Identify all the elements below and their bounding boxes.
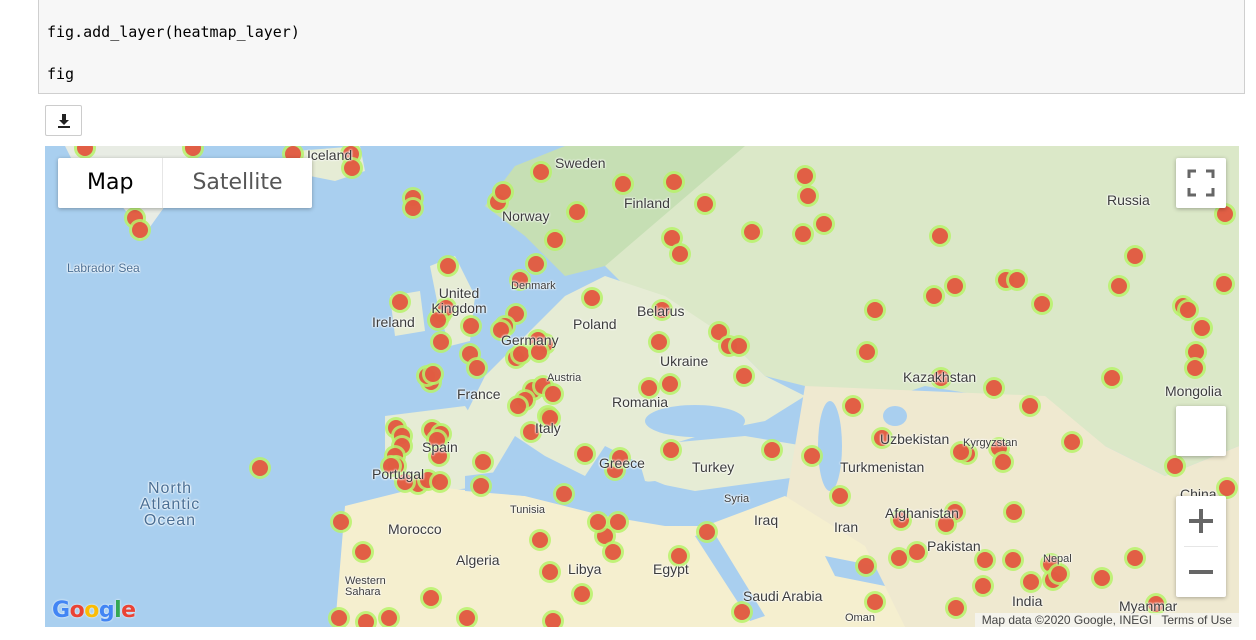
fullscreen-icon xyxy=(1187,169,1215,197)
zoom-out-button[interactable] xyxy=(1176,547,1226,597)
map-label: Norway xyxy=(502,208,550,224)
map-label: Kyrgyzstan xyxy=(963,437,1018,449)
map-label: Iceland xyxy=(307,147,353,163)
map-label: Tunisia xyxy=(510,504,546,516)
code-line: fig xyxy=(47,65,75,83)
map-label: North Atlantic Ocean xyxy=(139,480,201,529)
google-logo[interactable]: Google xyxy=(52,598,136,623)
plus-icon xyxy=(1189,509,1213,533)
map-label: Mongolia xyxy=(1165,383,1222,399)
map-label: Romania xyxy=(612,394,669,410)
map-label: Uzbekistan xyxy=(880,431,950,447)
map-label: Iran xyxy=(834,519,859,535)
map-type-map-button[interactable]: Map xyxy=(58,158,162,208)
map-type-satellite-button[interactable]: Satellite xyxy=(162,158,311,208)
map-label: Greece xyxy=(599,455,645,471)
map-label: United Kingdom xyxy=(431,285,487,316)
map-label: India xyxy=(1012,593,1043,609)
map-label: Germany xyxy=(501,332,559,348)
map-label: Egypt xyxy=(653,561,689,577)
fullscreen-button[interactable] xyxy=(1176,158,1226,208)
zoom-in-button[interactable] xyxy=(1176,496,1226,546)
map-label: Libya xyxy=(568,561,602,577)
map-type-control: Map Satellite xyxy=(58,158,312,208)
map-label: Sweden xyxy=(555,155,606,171)
map-label: Syria xyxy=(724,493,750,505)
code-cell[interactable]: fig.add_layer(heatmap_layer) fig xyxy=(38,0,1245,94)
map-label: Morocco xyxy=(388,521,442,537)
map-label: Ireland xyxy=(372,314,415,330)
map-label: Austria xyxy=(547,372,582,384)
map-label: Portugal xyxy=(372,466,425,482)
map-label: Belarus xyxy=(637,303,685,319)
map-label: Labrador Sea xyxy=(67,261,140,275)
zoom-control xyxy=(1176,496,1226,597)
terms-of-use-link[interactable]: Terms of Use xyxy=(1161,613,1232,627)
map-label: Iraq xyxy=(754,512,779,528)
map-label: Myanmar xyxy=(1119,598,1178,614)
map-label: Algeria xyxy=(456,552,500,568)
map-widget[interactable]: Iceland Sweden Finland Norway Russia Lab… xyxy=(45,146,1239,627)
map-label: Western Sahara xyxy=(345,575,386,598)
minus-icon xyxy=(1189,570,1213,574)
map-label: Finland xyxy=(624,195,670,211)
map-attribution: Map data ©2020 Google, INEGI Terms of Us… xyxy=(974,613,1239,627)
map-label: Pakistan xyxy=(927,538,981,554)
map-label: Denmark xyxy=(511,280,556,292)
attribution-text: Map data ©2020 Google, INEGI xyxy=(981,613,1152,627)
map-label: Afghanistan xyxy=(885,505,959,521)
map-label: Ukraine xyxy=(660,353,709,369)
map-label: Nepal xyxy=(1043,553,1072,565)
map-label: Oman xyxy=(845,612,875,624)
download-button[interactable] xyxy=(45,105,82,136)
map-label: Turkmenistan xyxy=(840,459,925,475)
download-icon xyxy=(57,113,70,128)
code-line: fig.add_layer(heatmap_layer) xyxy=(47,23,300,41)
street-view-pegman[interactable] xyxy=(1176,406,1226,456)
map-label: France xyxy=(457,386,501,402)
map-label: Saudi Arabia xyxy=(743,588,823,604)
map-label: Russia xyxy=(1107,192,1150,208)
map-label: Kazakhstan xyxy=(903,369,977,385)
map-label: Spain xyxy=(422,439,458,455)
map-label: Poland xyxy=(573,316,617,332)
map-label: Turkey xyxy=(692,459,735,475)
map-label: Italy xyxy=(535,420,561,436)
